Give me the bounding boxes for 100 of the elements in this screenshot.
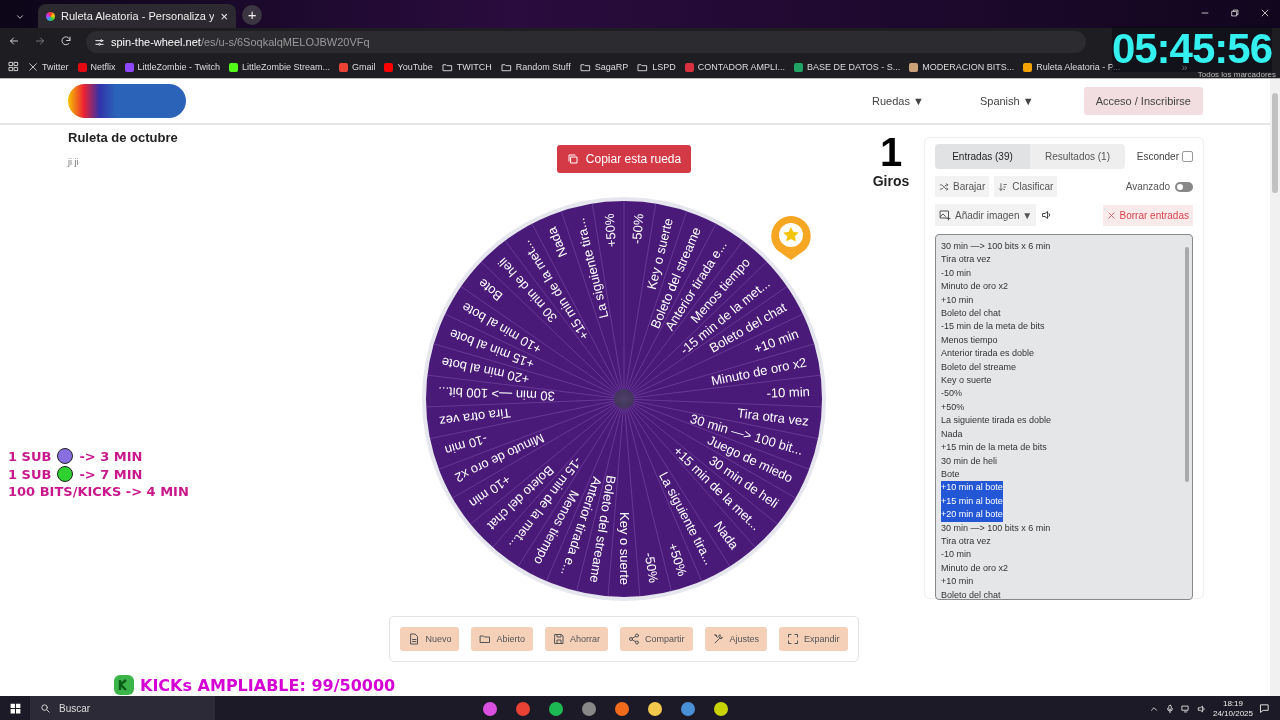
sort-button[interactable]: Clasificar [994, 176, 1058, 197]
entry-line: Menos tiempo [941, 333, 998, 347]
bookmark-link[interactable]: TWITCH [441, 61, 492, 73]
entry-line: Minuto de oro x2 [941, 280, 1009, 294]
add-image-button[interactable]: Añadir imagen ▼ [935, 204, 1037, 226]
tab-title: Ruleta Aleatoria - Personaliza y [61, 10, 215, 22]
image-add-icon [939, 209, 951, 221]
bookmark-link[interactable]: Twitter [28, 62, 69, 72]
windows-logo-icon [8, 702, 22, 715]
wheel-segment-label: Key o suerte [616, 512, 632, 585]
bookmark-link[interactable]: LSPD [637, 61, 676, 73]
kicks-counter: KICKs AMPLIABLE: 99/50000 [140, 675, 396, 695]
wheel-segment-label: -50% [629, 213, 647, 245]
toolbar-button[interactable]: Expandir [779, 627, 848, 651]
nav-menu[interactable]: Spanish ▼ [973, 94, 1040, 108]
entry-line: Tira otra vez [941, 253, 991, 267]
entry-line: Nada [941, 427, 963, 441]
tools-icon [712, 633, 725, 645]
bookmark-link[interactable]: Random Stuff [500, 61, 571, 73]
toolbar-button[interactable]: Nuevo [400, 627, 460, 651]
panel-tab[interactable]: Entradas (39) [935, 144, 1030, 169]
microphone-icon [1164, 703, 1175, 714]
wheel-segment-label: Bote [475, 275, 506, 305]
wheel-segment-label: Tira otra vez [736, 405, 810, 429]
clear-entries-button[interactable]: Borrar entradas [1102, 204, 1193, 226]
toolbar-button[interactable]: Compartir [620, 627, 693, 651]
wheel-segment-label: -50% [641, 551, 662, 584]
wheel-segment-label: Nada [544, 224, 571, 260]
wheel-segment-label: +50% [665, 541, 690, 578]
new-tab-button[interactable]: + [242, 5, 263, 25]
copy-icon [566, 153, 579, 165]
address-bar[interactable]: spin-the-wheel.net/es/u-s/6SoqkalqMELOJBW20VFq [86, 31, 1086, 53]
bookmark-link[interactable]: SagaRP [579, 61, 629, 73]
advanced-toggle[interactable] [1175, 181, 1193, 192]
bookmark-link[interactable]: CONTADOR AMPLI... [684, 62, 786, 72]
wheel-segment-label: Tira otra vez [438, 405, 512, 429]
bookmark-link[interactable]: YouTube [384, 62, 433, 72]
wheel-segment-label: -10 min [443, 431, 490, 458]
browser-tab[interactable]: Ruleta Aleatoria - Personaliza y × [38, 4, 237, 28]
site-settings-icon [94, 36, 105, 48]
bookmark-link[interactable]: MODERACION BITS... [909, 62, 1015, 72]
save-icon [553, 633, 565, 645]
toolbar-button[interactable]: Ajustes [704, 627, 768, 651]
expand-icon [787, 633, 800, 645]
entry-line: -10 min [941, 548, 971, 562]
entry-line: 30 min —> 100 bits x 6 min [941, 240, 1051, 253]
advanced-label: Avanzado [1125, 181, 1170, 192]
entry-line: Minuto de oro x2 [941, 561, 1009, 575]
bookmark-link[interactable]: Ruleta Aleatoria - P... [1023, 62, 1121, 72]
taskbar-time: 18:19 [1222, 698, 1243, 709]
close-tab-button[interactable]: × [220, 8, 229, 24]
panel-tab[interactable]: Resultados (1) [1030, 144, 1125, 169]
spin-count: 1 [879, 131, 903, 173]
entry-line: Boleto del chat [941, 307, 1001, 321]
copy-wheel-button[interactable]: Copiar esta rueda [556, 145, 692, 173]
bookmark-link[interactable]: Netflix [77, 62, 116, 72]
bookmark-link[interactable]: LittleZombie - Twitch [124, 62, 220, 72]
taskbar-search-field[interactable]: Buscar [30, 696, 215, 720]
bookmark-link[interactable]: Gmail [338, 62, 376, 72]
sub-rate-value: -> 3 MIN [79, 448, 143, 464]
entry-line: +15 min de la meta de bits [941, 441, 1047, 455]
restore-icon [1230, 8, 1240, 18]
wheel-title: Ruleta de octubre [68, 130, 179, 145]
entry-line: -50% [941, 387, 962, 401]
entries-field[interactable] [935, 234, 1193, 600]
shuffle-icon [939, 181, 949, 192]
site-logo[interactable] [68, 84, 186, 118]
reload-icon [60, 35, 72, 47]
url-text: spin-the-wheel.net/es/u-s/6SoqkalqMELOJBW20VFq [111, 36, 370, 48]
entry-line: 30 min —> 100 bits x 6 min [941, 521, 1051, 535]
shuffle-button[interactable]: Barajar [935, 176, 990, 197]
chevron-down-icon [15, 12, 25, 22]
folder-icon [479, 633, 492, 645]
hide-checkbox[interactable] [1182, 151, 1193, 162]
share-icon [628, 633, 640, 645]
entry-line: Key o suerte [941, 374, 992, 388]
entry-line: Boleto del chat [941, 588, 1001, 599]
nav-menu[interactable]: Ruedas ▼ [866, 94, 930, 108]
apps-grid-icon [8, 60, 19, 72]
x-logo-icon [28, 62, 38, 72]
all-bookmarks-link[interactable]: Todos los marcadores [1197, 69, 1276, 79]
wheel-segment-label: 30 min —> 100 bit... [437, 384, 556, 404]
entry-line: -15 min de la meta de bits [941, 320, 1045, 334]
apps-button[interactable] [8, 60, 19, 74]
spin-count-label: Giros [872, 173, 910, 189]
close-icon [1106, 210, 1116, 220]
sub-rate-text: 1 SUB [8, 448, 52, 464]
wheel-disc[interactable] [422, 197, 826, 601]
bits-rate-text: 100 BITS/KICKS -> 4 MIN [8, 484, 189, 499]
entry-line: Anterior tirada es doble [941, 347, 1035, 361]
entry-line: La siguiente tirada es doble [941, 414, 1052, 428]
toolbar-button[interactable]: Abierto [471, 627, 533, 651]
toolbar-button[interactable]: Ahorrar [545, 627, 608, 651]
folder-icon [637, 61, 649, 73]
pointer-pin-icon [769, 214, 813, 262]
bookmark-link[interactable]: LittleZombie Stream... [228, 62, 330, 72]
bookmark-link[interactable]: BASE DE DATOS - S... [794, 62, 901, 72]
entry-line: 30 min de heli [941, 454, 998, 468]
login-button[interactable]: Acceso / Inscribirse [1083, 87, 1203, 115]
wheel-segment-label: +50% [601, 213, 620, 248]
